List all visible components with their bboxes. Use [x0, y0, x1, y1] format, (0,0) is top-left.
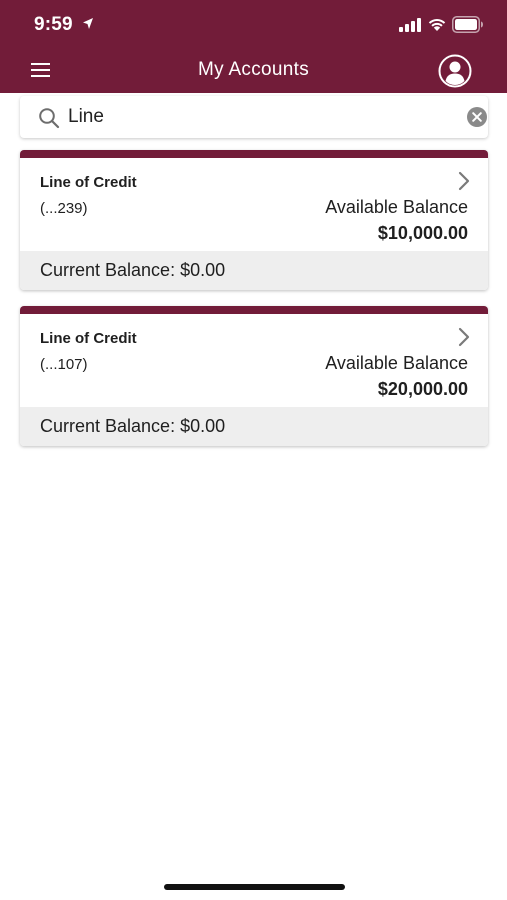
current-balance: Current Balance: $0.00 — [40, 416, 226, 436]
wifi-icon — [428, 19, 446, 31]
nav-bar: My Accounts — [0, 50, 507, 93]
chevron-right-icon[interactable] — [457, 326, 471, 348]
home-indicator[interactable] — [164, 884, 345, 890]
current-balance: Current Balance: $0.00 — [40, 260, 226, 280]
account-card[interactable]: Line of Credit (...239) Available Balanc… — [20, 150, 488, 290]
account-name: Line of Credit — [40, 330, 137, 347]
available-balance-value: $20,000.00 — [377, 379, 468, 399]
account-name: Line of Credit — [40, 174, 137, 191]
card-footer: Current Balance: $0.00 — [20, 407, 488, 446]
clear-x-icon[interactable] — [467, 107, 487, 127]
search-bar — [20, 96, 488, 138]
location-arrow-icon — [83, 18, 93, 29]
available-balance-label: Available Balance — [325, 197, 468, 217]
card-accent-bar — [20, 306, 488, 314]
user-profile-icon[interactable] — [438, 54, 472, 88]
available-balance-label: Available Balance — [325, 353, 468, 373]
status-time: 9:59 — [34, 14, 73, 35]
card-accent-bar — [20, 150, 488, 158]
magnifier-icon — [39, 108, 60, 129]
status-bar: 9:59 — [0, 0, 507, 50]
chevron-right-icon[interactable] — [457, 170, 471, 192]
account-number: (...239) — [40, 200, 88, 217]
card-footer: Current Balance: $0.00 — [20, 251, 488, 290]
app-header: 9:59 My Accounts — [0, 0, 507, 93]
account-number: (...107) — [40, 356, 88, 373]
search-input[interactable] — [68, 104, 438, 130]
page-title: My Accounts — [197, 59, 309, 80]
available-balance-value: $10,000.00 — [377, 223, 468, 243]
account-card[interactable]: Line of Credit (...107) Available Balanc… — [20, 306, 488, 446]
battery-icon — [452, 16, 483, 33]
cellular-signal-icon — [399, 18, 421, 32]
